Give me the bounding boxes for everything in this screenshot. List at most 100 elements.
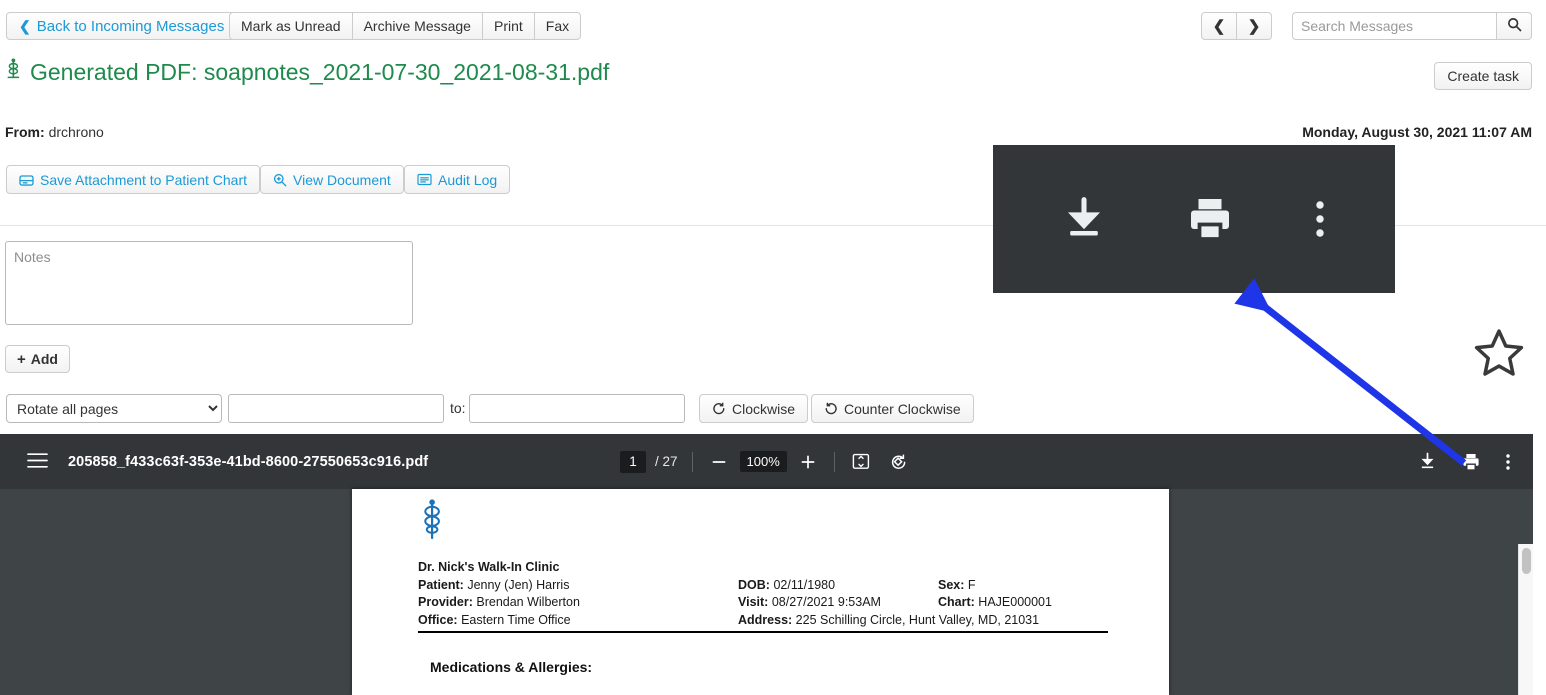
print-button[interactable]: Print — [481, 12, 535, 40]
back-to-incoming-messages-button[interactable]: ❮ Back to Incoming Messages — [6, 12, 238, 40]
zoom-out-button[interactable] — [707, 450, 731, 474]
download-icon[interactable] — [1418, 452, 1437, 471]
address-value: 225 Schilling Circle, Hunt Valley, MD, 2… — [795, 612, 1040, 627]
create-task-button[interactable]: Create task — [1434, 62, 1532, 90]
chevron-left-icon: ❮ — [1212, 18, 1226, 35]
dob-label: DOB: — [738, 577, 770, 592]
magnified-overlay — [993, 145, 1395, 293]
title-row: Generated PDF: soapnotes_2021-07-30_2021… — [0, 58, 1546, 106]
clinic-name: Dr. Nick's Walk-In Clinic — [418, 560, 560, 574]
view-document-label: View Document — [293, 171, 391, 188]
plus-icon: + — [17, 350, 26, 368]
rotate-from-page-input[interactable] — [228, 394, 444, 423]
previous-message-button[interactable]: ❮ — [1201, 12, 1237, 40]
pdf-toolbar-actions — [1418, 434, 1511, 489]
from-value: drchrono — [48, 124, 104, 140]
rotate-cw-icon — [712, 402, 726, 416]
message-meta-row: From: drchrono Monday, August 30, 2021 1… — [0, 124, 1546, 146]
pdf-toolbar: 205858_f433c63f-353e-41bd-8600-27550653c… — [0, 434, 1533, 489]
more-vertical-icon[interactable] — [1505, 452, 1511, 472]
next-message-button[interactable]: ❯ — [1236, 12, 1272, 40]
office-label: Office: — [418, 612, 458, 627]
fax-button[interactable]: Fax — [533, 12, 582, 40]
document-column-left: Dr. Nick's Walk-In Clinic Patient: Jenny… — [418, 559, 718, 629]
pdf-viewer: 205858_f433c63f-353e-41bd-8600-27550653c… — [0, 434, 1533, 695]
sex-label: Sex: — [938, 577, 965, 592]
back-button-label: Back to Incoming Messages — [36, 17, 225, 35]
save-attachment-to-patient-chart-button[interactable]: Save Attachment to Patient Chart — [6, 165, 261, 194]
document-section-heading: Medications & Allergies: — [430, 659, 593, 675]
document-rule — [418, 631, 1108, 633]
audit-log-label: Audit Log — [438, 171, 498, 188]
more-vertical-icon[interactable] — [1313, 195, 1327, 243]
rotate-controls-row: Rotate all pages to: Clockwise Counter C… — [0, 394, 1546, 424]
save-icon — [19, 173, 34, 186]
message-sender: From: drchrono — [5, 124, 104, 140]
hamburger-icon[interactable] — [27, 452, 48, 474]
document-address-row: Address: 225 Schilling Circle, Hunt Vall… — [738, 594, 1108, 629]
fit-page-icon[interactable] — [849, 450, 873, 474]
message-navigation-group: ❮ ❯ — [1201, 12, 1272, 40]
archive-message-button[interactable]: Archive Message — [351, 12, 483, 40]
provider-label: Provider: — [418, 595, 473, 609]
pdf-page: Dr. Nick's Walk-In Clinic Patient: Jenny… — [352, 489, 1169, 695]
top-toolbar: ❮ Back to Incoming Messages Mark as Unre… — [0, 0, 1546, 52]
page-title: Generated PDF: soapnotes_2021-07-30_2021… — [5, 58, 609, 86]
message-timestamp: Monday, August 30, 2021 11:07 AM — [1302, 124, 1532, 140]
pdf-page-number-input[interactable] — [620, 450, 646, 473]
sex-value: F — [967, 577, 976, 592]
search-icon — [1507, 17, 1522, 35]
print-icon[interactable] — [1185, 194, 1235, 244]
mark-as-unread-button[interactable]: Mark as Unread — [229, 12, 353, 40]
print-icon[interactable] — [1461, 452, 1481, 472]
save-attachment-label: Save Attachment to Patient Chart — [40, 171, 248, 188]
patient-label: Patient: — [418, 577, 464, 592]
rotate-icon[interactable] — [887, 450, 911, 474]
pdf-scrollbar-thumb[interactable] — [1522, 548, 1531, 574]
message-actions-group: Mark as Unread Archive Message Print Fax — [229, 12, 582, 40]
address-label: Address: — [738, 612, 793, 627]
pdf-page-controls: / 27 100% — [620, 434, 911, 489]
pdf-scrollbar[interactable] — [1518, 544, 1533, 695]
list-icon — [417, 173, 432, 186]
caduceus-icon — [5, 58, 22, 86]
notes-input[interactable] — [5, 241, 413, 325]
divider — [833, 451, 835, 472]
search-submit-button[interactable] — [1496, 12, 1532, 40]
search-messages-group — [1292, 12, 1532, 40]
add-note-label: Add — [30, 351, 58, 367]
star-outline-icon — [1470, 329, 1528, 385]
rotate-counter-clockwise-label: Counter Clockwise — [844, 400, 961, 417]
from-label: From: — [5, 124, 45, 140]
search-input[interactable] — [1292, 12, 1496, 40]
download-icon[interactable] — [1061, 195, 1107, 243]
pdf-zoom-level[interactable]: 100% — [739, 451, 787, 472]
star-message-button[interactable] — [1470, 325, 1528, 386]
pdf-total-pages: / 27 — [655, 454, 678, 469]
divider — [691, 451, 693, 472]
magnifier-plus-icon — [273, 173, 287, 187]
chevron-right-icon: ❯ — [1247, 18, 1261, 35]
pdf-filename: 205858_f433c63f-353e-41bd-8600-27550653c… — [68, 453, 429, 470]
rotate-ccw-icon — [824, 402, 838, 416]
audit-log-button[interactable]: Audit Log — [404, 165, 511, 194]
rotate-to-label: to: — [450, 400, 466, 416]
rotate-clockwise-button[interactable]: Clockwise — [699, 394, 809, 423]
right-gutter — [1533, 434, 1546, 695]
caduceus-icon — [418, 499, 446, 550]
patient-value: Jenny (Jen) Harris — [467, 577, 570, 592]
rotate-counter-clockwise-button[interactable]: Counter Clockwise — [811, 394, 974, 423]
rotate-to-page-input[interactable] — [469, 394, 685, 423]
view-document-button[interactable]: View Document — [260, 165, 404, 194]
chevron-left-icon: ❮ — [19, 17, 31, 34]
page-title-text: Generated PDF: soapnotes_2021-07-30_2021… — [30, 58, 610, 85]
office-value: Eastern Time Office — [461, 612, 571, 627]
rotate-clockwise-label: Clockwise — [732, 400, 796, 417]
dob-value: 02/11/1980 — [773, 577, 836, 592]
add-note-button[interactable]: + Add — [5, 345, 70, 373]
provider-value: Brendan Wilberton — [476, 595, 580, 609]
pdf-page-area: Dr. Nick's Walk-In Clinic Patient: Jenny… — [0, 489, 1533, 695]
zoom-in-button[interactable] — [796, 450, 820, 474]
rotate-scope-select[interactable]: Rotate all pages — [6, 394, 222, 423]
message-detail-page: ❮ Back to Incoming Messages Mark as Unre… — [0, 0, 1546, 695]
